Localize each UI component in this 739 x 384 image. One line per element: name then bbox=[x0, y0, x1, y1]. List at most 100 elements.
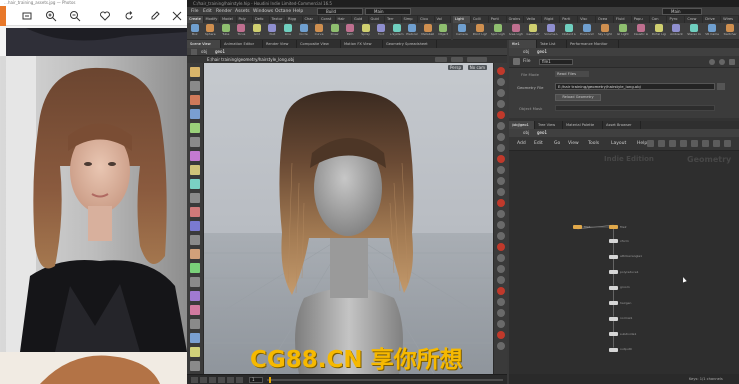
viewer-accent-tab[interactable] bbox=[0, 6, 6, 26]
step-back-icon[interactable] bbox=[200, 377, 207, 383]
viewport-tool-icon[interactable] bbox=[190, 67, 200, 77]
menu-edit[interactable]: Edit bbox=[203, 8, 212, 15]
node-polyreduce1[interactable] bbox=[609, 270, 618, 274]
display-option-icon[interactable] bbox=[497, 144, 505, 152]
display-option-icon[interactable] bbox=[497, 298, 505, 306]
tab-render-view[interactable]: Render View bbox=[263, 40, 297, 48]
network-tool-icon[interactable] bbox=[713, 140, 720, 147]
shelf-tool-caustic-light[interactable]: Caustic Light bbox=[634, 24, 648, 39]
shelf-tab-wires[interactable]: Wires bbox=[721, 16, 739, 23]
display-option-icon[interactable] bbox=[497, 133, 505, 141]
display-option-icon[interactable] bbox=[497, 287, 505, 295]
desktop-selector-build[interactable]: Build bbox=[317, 8, 363, 15]
menu-assets[interactable]: Assets bbox=[235, 8, 250, 15]
display-option-icon[interactable] bbox=[497, 221, 505, 229]
menu-render[interactable]: Render bbox=[216, 8, 232, 15]
tab-animation-editor[interactable]: Animation Editor bbox=[221, 40, 263, 48]
shading-mode-button[interactable] bbox=[451, 57, 463, 62]
geometry-file-field[interactable]: E:/hair training/geometry/hairstyle_long… bbox=[555, 83, 715, 90]
edit-icon[interactable] bbox=[148, 9, 162, 23]
play-icon[interactable] bbox=[227, 377, 234, 383]
viewport-tool-icon[interactable] bbox=[190, 179, 200, 189]
menu-file[interactable]: File bbox=[191, 8, 199, 15]
desktop-selector-main-right[interactable]: Main bbox=[662, 8, 702, 15]
back-icon[interactable] bbox=[191, 49, 197, 55]
shelf-tool-vr-camera[interactable]: VR Camera bbox=[705, 24, 719, 39]
shelf-tab-poly[interactable]: Poly bbox=[237, 16, 253, 23]
shelf-tab-modify[interactable]: Modify bbox=[204, 16, 220, 23]
viewport-tool-icon[interactable] bbox=[190, 333, 200, 343]
shelf-tab-colli[interactable]: Colli bbox=[471, 16, 489, 23]
node-xform[interactable] bbox=[609, 239, 618, 243]
shelf-tool-spot-light[interactable]: Spot Light bbox=[491, 24, 505, 39]
tab-material-palette[interactable]: Material Palette bbox=[563, 121, 603, 129]
network-tool-icon[interactable] bbox=[691, 140, 698, 147]
viewport-persp-menu[interactable]: Persp bbox=[448, 65, 463, 70]
display-option-icon[interactable] bbox=[497, 342, 505, 350]
menu-help[interactable]: Help bbox=[293, 8, 303, 15]
node-groom[interactable] bbox=[609, 285, 618, 290]
display-option-icon[interactable] bbox=[497, 243, 505, 251]
tab-icon[interactable] bbox=[20, 9, 34, 23]
shelf-tool-stereo-cam[interactable]: Stereo Cam bbox=[687, 24, 701, 39]
tab-geometry-spreadsheet[interactable]: Geometry Spreadsheet bbox=[383, 40, 437, 48]
network-tool-icon[interactable] bbox=[669, 140, 676, 147]
net-path-obj[interactable]: obj bbox=[523, 129, 529, 137]
shelf-tool-ambient[interactable]: Ambient bbox=[669, 24, 683, 39]
display-option-icon[interactable] bbox=[497, 320, 505, 328]
zoom-in-icon[interactable] bbox=[44, 9, 58, 23]
network-tool-icon[interactable] bbox=[647, 140, 654, 147]
shelf-tool-distant-light[interactable]: Distant Light bbox=[562, 24, 576, 39]
net-menu-help[interactable]: Help bbox=[637, 140, 647, 147]
display-option-icon[interactable] bbox=[497, 177, 505, 185]
object-mask-field[interactable] bbox=[555, 105, 715, 111]
timeline-slider[interactable] bbox=[267, 379, 503, 381]
display-option-icon[interactable] bbox=[497, 309, 505, 317]
shelf-tool-torus[interactable]: Torus bbox=[234, 24, 248, 39]
shelf-tab-textur[interactable]: Textur bbox=[270, 16, 286, 23]
shelf-tab-const[interactable]: Const bbox=[319, 16, 336, 23]
viewport-tool-icon[interactable] bbox=[190, 347, 200, 357]
net-menu-view[interactable]: View bbox=[568, 140, 579, 147]
display-option-icon[interactable] bbox=[497, 188, 505, 196]
settings-icon[interactable] bbox=[170, 9, 184, 23]
network-editor[interactable]: Indie Edition Geometry file1 file2 xform at… bbox=[509, 151, 739, 374]
photo-thumbnail-top[interactable] bbox=[6, 28, 187, 56]
node-normal1[interactable] bbox=[609, 316, 618, 321]
viewport-tool-icon[interactable] bbox=[190, 95, 200, 105]
menu-windows[interactable]: Windows bbox=[253, 8, 273, 15]
reload-geometry-button[interactable]: Reload Geometry bbox=[555, 94, 601, 101]
viewport-tool-icon[interactable] bbox=[190, 361, 200, 371]
tab-motion-fx-view[interactable]: Motion FX View bbox=[341, 40, 383, 48]
shelf-tab-vella[interactable]: Vella bbox=[525, 16, 543, 23]
shelf-tab-drive[interactable]: Drive bbox=[703, 16, 722, 23]
net-menu-go[interactable]: Go bbox=[554, 140, 560, 147]
menu-octane[interactable]: Octane bbox=[275, 8, 291, 15]
net-menu-tools[interactable]: Tools bbox=[588, 140, 599, 147]
tab-file1[interactable]: file1 bbox=[509, 40, 537, 48]
shelf-tool-sphere[interactable]: Sphere bbox=[203, 24, 217, 39]
node-name-field[interactable]: file1 bbox=[539, 59, 573, 65]
viewport-tool-icon[interactable] bbox=[190, 235, 200, 245]
camera-menu-button[interactable] bbox=[467, 57, 487, 62]
gear-icon[interactable] bbox=[709, 59, 715, 65]
network-tool-icon[interactable] bbox=[658, 140, 665, 147]
display-option-icon[interactable] bbox=[497, 276, 505, 284]
node-attribwrangle1[interactable] bbox=[609, 254, 618, 259]
shelf-tool-font[interactable]: Font bbox=[374, 24, 388, 39]
shelf-tool-path[interactable]: Path bbox=[343, 24, 357, 39]
shelf-tab-parti[interactable]: Parti bbox=[560, 16, 579, 23]
timeline-cursor[interactable] bbox=[269, 377, 271, 383]
path-node[interactable]: geo1 bbox=[215, 48, 225, 56]
path-obj[interactable]: obj bbox=[201, 48, 207, 56]
shelf-tool-null[interactable]: Null bbox=[265, 24, 279, 39]
display-option-icon[interactable] bbox=[497, 67, 505, 75]
shelf-tab-clou[interactable]: Clou bbox=[418, 16, 435, 23]
viewport-tool-icon[interactable] bbox=[190, 263, 200, 273]
shelf-tool-switcher[interactable]: Switcher bbox=[723, 24, 737, 39]
shelf-tab-char[interactable]: Char bbox=[303, 16, 319, 23]
display-option-icon[interactable] bbox=[497, 265, 505, 273]
display-option-icon[interactable] bbox=[497, 166, 505, 174]
pin-icon[interactable] bbox=[729, 59, 735, 65]
tab-asset-browser[interactable]: Asset Browser bbox=[603, 121, 641, 129]
